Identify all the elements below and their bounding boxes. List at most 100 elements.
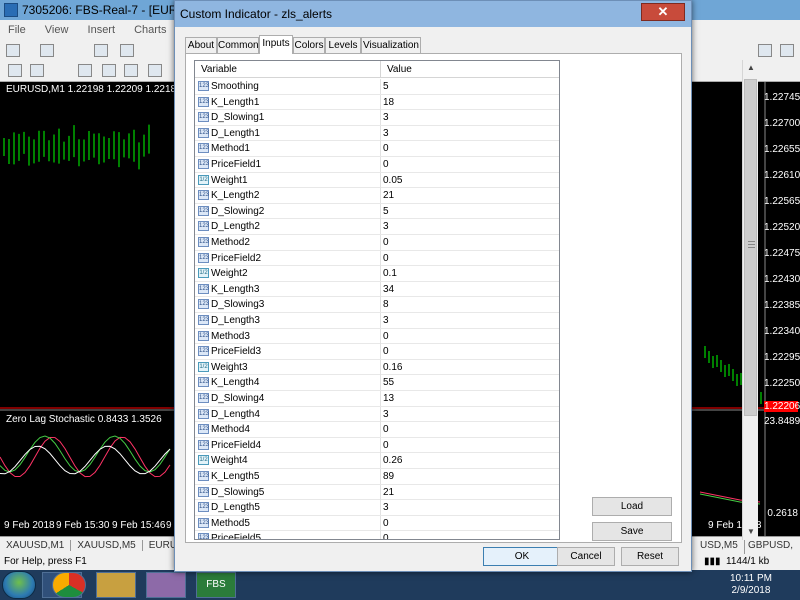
input-row[interactable]: 123 D_Slowing2 5 xyxy=(195,203,559,220)
input-row[interactable]: 123 D_Length3 3 xyxy=(195,313,559,329)
input-row[interactable]: 123 D_Slowing3 8 xyxy=(195,297,559,313)
input-row[interactable]: 123 D_Length1 3 xyxy=(195,125,559,142)
profiles-icon[interactable] xyxy=(40,44,54,57)
chart-tab[interactable]: XAUUSD,M5 xyxy=(71,540,143,551)
cursor-icon[interactable] xyxy=(8,64,22,77)
trendline-icon[interactable] xyxy=(102,64,116,77)
input-row[interactable]: 123 PriceField1 0 xyxy=(195,157,559,173)
variable-value[interactable]: 0 xyxy=(383,235,389,250)
input-row[interactable]: 123 K_Length2 21 xyxy=(195,188,559,204)
input-row[interactable]: 1/2 Weight1 0.05 xyxy=(195,172,559,189)
tab-inputs[interactable]: Inputs xyxy=(259,35,293,54)
variable-value[interactable]: 8 xyxy=(383,297,389,312)
variable-value[interactable]: 0.26 xyxy=(383,453,402,468)
grid-scrollbar[interactable]: ▲ ▼ xyxy=(742,60,758,540)
variable-value[interactable]: 3 xyxy=(383,126,389,141)
new-order-icon[interactable] xyxy=(6,44,20,57)
variable-value[interactable]: 0 xyxy=(383,157,389,172)
explorer-icon[interactable] xyxy=(96,572,136,598)
inputs-grid[interactable]: Variable Value 123 Smoothing 5 123 K_Length1… xyxy=(194,60,560,540)
variable-value[interactable]: 55 xyxy=(383,375,394,390)
chart-tab[interactable]: XAUUSD,M1 xyxy=(0,540,72,551)
help-icon[interactable] xyxy=(780,44,794,57)
variable-value[interactable]: 21 xyxy=(383,188,394,203)
start-button[interactable] xyxy=(2,571,36,599)
save-button[interactable]: Save xyxy=(592,522,672,541)
menu-view[interactable]: View xyxy=(45,24,69,36)
variable-value[interactable]: 21 xyxy=(383,485,394,500)
variable-value[interactable]: 0 xyxy=(383,141,389,156)
input-row[interactable]: 123 D_Slowing1 3 xyxy=(195,110,559,126)
variable-value[interactable]: 0 xyxy=(383,516,389,531)
scroll-thumb[interactable] xyxy=(744,79,757,416)
tab-colors[interactable]: Colors xyxy=(293,37,325,54)
reset-button[interactable]: Reset xyxy=(621,547,679,566)
load-button[interactable]: Load xyxy=(592,497,672,516)
crosshair-icon[interactable] xyxy=(30,64,44,77)
input-row[interactable]: 123 D_Slowing4 13 xyxy=(195,391,559,407)
chrome-icon[interactable] xyxy=(52,572,86,598)
menu-charts[interactable]: Charts xyxy=(134,24,166,36)
variable-value[interactable]: 3 xyxy=(383,110,389,125)
input-row[interactable]: 123 Method2 0 xyxy=(195,235,559,251)
input-row[interactable]: 1/2 Weight2 0.1 xyxy=(195,266,559,282)
cancel-button[interactable]: Cancel xyxy=(557,547,615,566)
input-row[interactable]: 1/2 Weight3 0.16 xyxy=(195,359,559,376)
ok-button[interactable]: OK xyxy=(483,547,561,566)
tab-common[interactable]: Common xyxy=(217,37,259,54)
input-row[interactable]: 123 PriceField4 0 xyxy=(195,437,559,454)
close-button[interactable]: ✕ xyxy=(641,3,685,21)
variable-value[interactable]: 0 xyxy=(383,422,389,437)
column-value[interactable]: Value xyxy=(381,61,412,78)
variable-value[interactable]: 0 xyxy=(383,329,389,344)
variable-value[interactable]: 3 xyxy=(383,407,389,422)
input-row[interactable]: 123 D_Length2 3 xyxy=(195,219,559,235)
input-row[interactable]: 123 Method4 0 xyxy=(195,422,559,438)
input-row[interactable]: 123 D_Slowing5 21 xyxy=(195,484,559,501)
variable-value[interactable]: 3 xyxy=(383,500,389,515)
input-row[interactable]: 123 D_Length4 3 xyxy=(195,406,559,423)
input-row[interactable]: 1/2 Weight4 0.26 xyxy=(195,453,559,469)
variable-value[interactable]: 0 xyxy=(383,531,389,539)
dialog-title-bar[interactable]: Custom Indicator - zls_alerts ✕ xyxy=(175,1,691,27)
search-icon[interactable] xyxy=(758,44,772,57)
variable-value[interactable]: 18 xyxy=(383,95,394,110)
clock[interactable]: 10:11 PM 2/9/2018 xyxy=(730,573,772,597)
input-row[interactable]: 123 K_Length3 34 xyxy=(195,281,559,298)
input-row[interactable]: 123 Method1 0 xyxy=(195,141,559,157)
variable-value[interactable]: 3 xyxy=(383,313,389,328)
variable-value[interactable]: 5 xyxy=(383,204,389,219)
variable-value[interactable]: 13 xyxy=(383,391,394,406)
variable-value[interactable]: 0 xyxy=(383,438,389,453)
menu-file[interactable]: File xyxy=(8,24,26,36)
variable-value[interactable]: 89 xyxy=(383,469,394,484)
variable-value[interactable]: 0.05 xyxy=(383,173,402,188)
scroll-down-icon[interactable]: ▼ xyxy=(743,524,759,540)
variable-value[interactable]: 0.1 xyxy=(383,266,397,281)
variable-value[interactable]: 0 xyxy=(383,251,389,266)
variable-value[interactable]: 34 xyxy=(383,282,394,297)
tab-about[interactable]: About xyxy=(185,37,217,54)
label-icon[interactable] xyxy=(148,64,162,77)
hline-icon[interactable] xyxy=(78,64,92,77)
input-row[interactable]: 123 PriceField3 0 xyxy=(195,344,559,360)
column-variable[interactable]: Variable xyxy=(195,61,381,78)
variable-value[interactable]: 5 xyxy=(383,79,389,94)
scroll-up-icon[interactable]: ▲ xyxy=(743,60,759,76)
variable-value[interactable]: 0.16 xyxy=(383,360,402,375)
input-row[interactable]: 123 Smoothing 5 xyxy=(195,79,559,95)
input-row[interactable]: 123 Method5 0 xyxy=(195,515,559,532)
menu-insert[interactable]: Insert xyxy=(88,24,116,36)
input-row[interactable]: 123 D_Length5 3 xyxy=(195,500,559,516)
winrar-icon[interactable] xyxy=(146,572,186,598)
input-row[interactable]: 123 K_Length4 55 xyxy=(195,375,559,391)
input-row[interactable]: 123 PriceField5 0 xyxy=(195,531,559,539)
input-row[interactable]: 123 Method3 0 xyxy=(195,328,559,345)
input-row[interactable]: 123 PriceField2 0 xyxy=(195,250,559,267)
data-window-icon[interactable] xyxy=(120,44,134,57)
input-row[interactable]: 123 K_Length5 89 xyxy=(195,469,559,485)
input-row[interactable]: 123 K_Length1 18 xyxy=(195,94,559,111)
text-icon[interactable] xyxy=(124,64,138,77)
variable-value[interactable]: 3 xyxy=(383,219,389,234)
tab-visualization[interactable]: Visualization xyxy=(361,37,421,54)
